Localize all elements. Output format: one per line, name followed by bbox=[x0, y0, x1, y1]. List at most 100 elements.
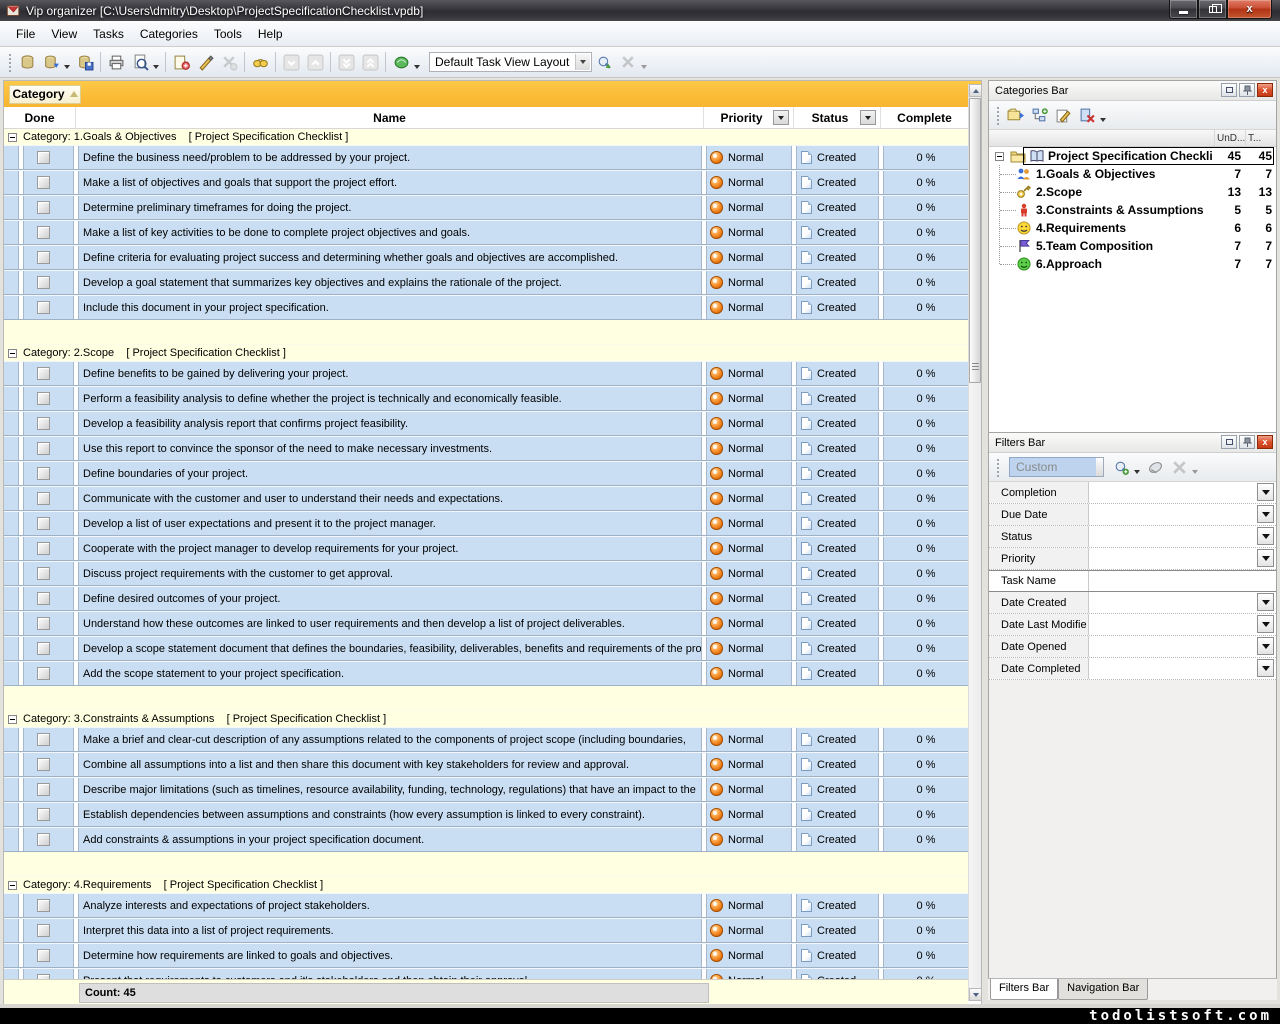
filter-row-task-name[interactable]: Task Name bbox=[989, 570, 1276, 592]
done-checkbox[interactable] bbox=[37, 783, 50, 796]
new-task-button[interactable] bbox=[169, 51, 193, 74]
menu-view[interactable]: View bbox=[43, 23, 85, 45]
filter-row-date-last-modifie[interactable]: Date Last Modifie bbox=[989, 614, 1276, 636]
done-checkbox[interactable] bbox=[37, 833, 50, 846]
scroll-up-button[interactable] bbox=[969, 84, 982, 97]
filter-row-status[interactable]: Status bbox=[989, 526, 1276, 548]
task-row[interactable]: Determine preliminary timeframes for doi… bbox=[4, 195, 968, 220]
priority-filter-button[interactable] bbox=[773, 110, 789, 125]
vertical-scrollbar[interactable] bbox=[968, 84, 981, 1001]
clear-layout-button[interactable] bbox=[616, 51, 640, 74]
task-row[interactable]: Interpret this data into a list of proje… bbox=[4, 918, 968, 943]
delete-filter-button[interactable] bbox=[1167, 456, 1191, 479]
task-row[interactable]: Describe major limitations (such as time… bbox=[4, 777, 968, 802]
move-down-button[interactable] bbox=[279, 51, 303, 74]
move-bottom-button[interactable] bbox=[334, 51, 358, 74]
done-checkbox[interactable] bbox=[37, 151, 50, 164]
print-button[interactable] bbox=[104, 51, 128, 74]
task-row[interactable]: Present that requirements to customers a… bbox=[4, 968, 968, 979]
filter-value-field[interactable] bbox=[1089, 636, 1276, 657]
done-checkbox[interactable] bbox=[37, 251, 50, 264]
filters-toolbar-dropdown[interactable] bbox=[1192, 470, 1198, 474]
tree-category-item[interactable]: 6.Approach77 bbox=[989, 255, 1276, 273]
tree-collapse-icon[interactable] bbox=[995, 152, 1004, 161]
task-row[interactable]: Define the business need/problem to be a… bbox=[4, 145, 968, 170]
done-checkbox[interactable] bbox=[37, 367, 50, 380]
filter-dropdown-button[interactable] bbox=[1257, 659, 1274, 677]
collapse-icon[interactable] bbox=[8, 881, 17, 890]
filters-close-button[interactable]: x bbox=[1257, 435, 1273, 449]
print-preview-dropdown[interactable] bbox=[153, 65, 159, 69]
done-checkbox[interactable] bbox=[37, 924, 50, 937]
task-row[interactable]: Add the scope statement to your project … bbox=[4, 661, 968, 686]
task-row[interactable]: Analyze interests and expectations of pr… bbox=[4, 893, 968, 918]
total-column-header[interactable]: T... bbox=[1245, 130, 1276, 146]
done-checkbox[interactable] bbox=[37, 442, 50, 455]
edit-category-button[interactable] bbox=[1051, 104, 1075, 127]
done-checkbox[interactable] bbox=[37, 492, 50, 505]
done-checkbox[interactable] bbox=[37, 417, 50, 430]
done-checkbox[interactable] bbox=[37, 301, 50, 314]
column-header-done[interactable]: Done bbox=[4, 107, 76, 128]
task-row[interactable]: Develop a scope statement document that … bbox=[4, 636, 968, 661]
filter-value-field[interactable] bbox=[1089, 658, 1276, 679]
minimize-button[interactable] bbox=[1169, 0, 1198, 19]
filter-value-field[interactable] bbox=[1089, 504, 1276, 525]
delete-task-button[interactable] bbox=[217, 51, 241, 74]
category-group-header[interactable]: Category: 2.Scope [ Project Specificatio… bbox=[4, 345, 968, 361]
print-preview-button[interactable] bbox=[128, 51, 152, 74]
categories-toolbar-dropdown[interactable] bbox=[1100, 118, 1106, 122]
move-top-button[interactable] bbox=[358, 51, 382, 74]
tree-root-row[interactable]: Project Specification Checkli4545 bbox=[989, 147, 1276, 165]
menu-tasks[interactable]: Tasks bbox=[85, 23, 132, 45]
done-checkbox[interactable] bbox=[37, 542, 50, 555]
filter-row-date-completed[interactable]: Date Completed bbox=[989, 658, 1276, 680]
filter-dropdown-button[interactable] bbox=[1257, 483, 1274, 501]
save-filter-button[interactable] bbox=[1109, 456, 1133, 479]
task-row[interactable]: Develop a list of user expectations and … bbox=[4, 511, 968, 536]
categories-pin-button[interactable] bbox=[1239, 83, 1255, 97]
task-row[interactable]: Define desired outcomes of your project.… bbox=[4, 586, 968, 611]
new-category-button[interactable] bbox=[1003, 104, 1027, 127]
filter-dropdown-button[interactable] bbox=[1257, 505, 1274, 523]
menu-tools[interactable]: Tools bbox=[206, 23, 250, 45]
task-row[interactable]: Make a list of key activities to be done… bbox=[4, 220, 968, 245]
view-options-button[interactable] bbox=[389, 51, 413, 74]
done-checkbox[interactable] bbox=[37, 226, 50, 239]
task-row[interactable]: Add constraints & assumptions in your pr… bbox=[4, 827, 968, 852]
view-options-dropdown[interactable] bbox=[414, 65, 420, 69]
task-row[interactable]: Determine how requirements are linked to… bbox=[4, 943, 968, 968]
filter-value-field[interactable] bbox=[1089, 526, 1276, 547]
done-checkbox[interactable] bbox=[37, 808, 50, 821]
task-row[interactable]: Combine all assumptions into a list and … bbox=[4, 752, 968, 777]
menu-categories[interactable]: Categories bbox=[132, 23, 206, 45]
task-row[interactable]: Define boundaries of your project.Normal… bbox=[4, 461, 968, 486]
tab-navigation-bar[interactable]: Navigation Bar bbox=[1058, 979, 1148, 1000]
filter-row-due-date[interactable]: Due Date bbox=[989, 504, 1276, 526]
category-group-header[interactable]: Category: 3.Constraints & Assumptions [ … bbox=[4, 711, 968, 727]
done-checkbox[interactable] bbox=[37, 176, 50, 189]
done-checkbox[interactable] bbox=[37, 667, 50, 680]
category-group-header[interactable]: Category: 4.Requirements [ Project Speci… bbox=[4, 877, 968, 893]
filter-value-field[interactable] bbox=[1089, 592, 1276, 613]
done-checkbox[interactable] bbox=[37, 467, 50, 480]
collapse-icon[interactable] bbox=[8, 715, 17, 724]
task-row[interactable]: Include this document in your project sp… bbox=[4, 295, 968, 320]
restore-button[interactable] bbox=[1198, 0, 1227, 19]
task-row[interactable]: Communicate with the customer and user t… bbox=[4, 486, 968, 511]
scroll-down-button[interactable] bbox=[969, 988, 982, 1001]
close-button[interactable]: x bbox=[1227, 0, 1272, 19]
group-by-category-button[interactable]: Category bbox=[9, 85, 81, 104]
done-checkbox[interactable] bbox=[37, 517, 50, 530]
tree-category-item[interactable]: 1.Goals & Objectives77 bbox=[989, 165, 1276, 183]
filter-dropdown-button[interactable] bbox=[1257, 549, 1274, 567]
task-row[interactable]: Make a list of objectives and goals that… bbox=[4, 170, 968, 195]
clear-filter-button[interactable] bbox=[1143, 456, 1167, 479]
done-checkbox[interactable] bbox=[37, 201, 50, 214]
filter-value-field[interactable] bbox=[1089, 614, 1276, 635]
task-row[interactable]: Make a brief and clear-cut description o… bbox=[4, 727, 968, 752]
task-view-layout-combo[interactable]: Default Task View Layout bbox=[429, 52, 592, 72]
done-checkbox[interactable] bbox=[37, 642, 50, 655]
done-checkbox[interactable] bbox=[37, 617, 50, 630]
new-database-button[interactable] bbox=[15, 51, 39, 74]
